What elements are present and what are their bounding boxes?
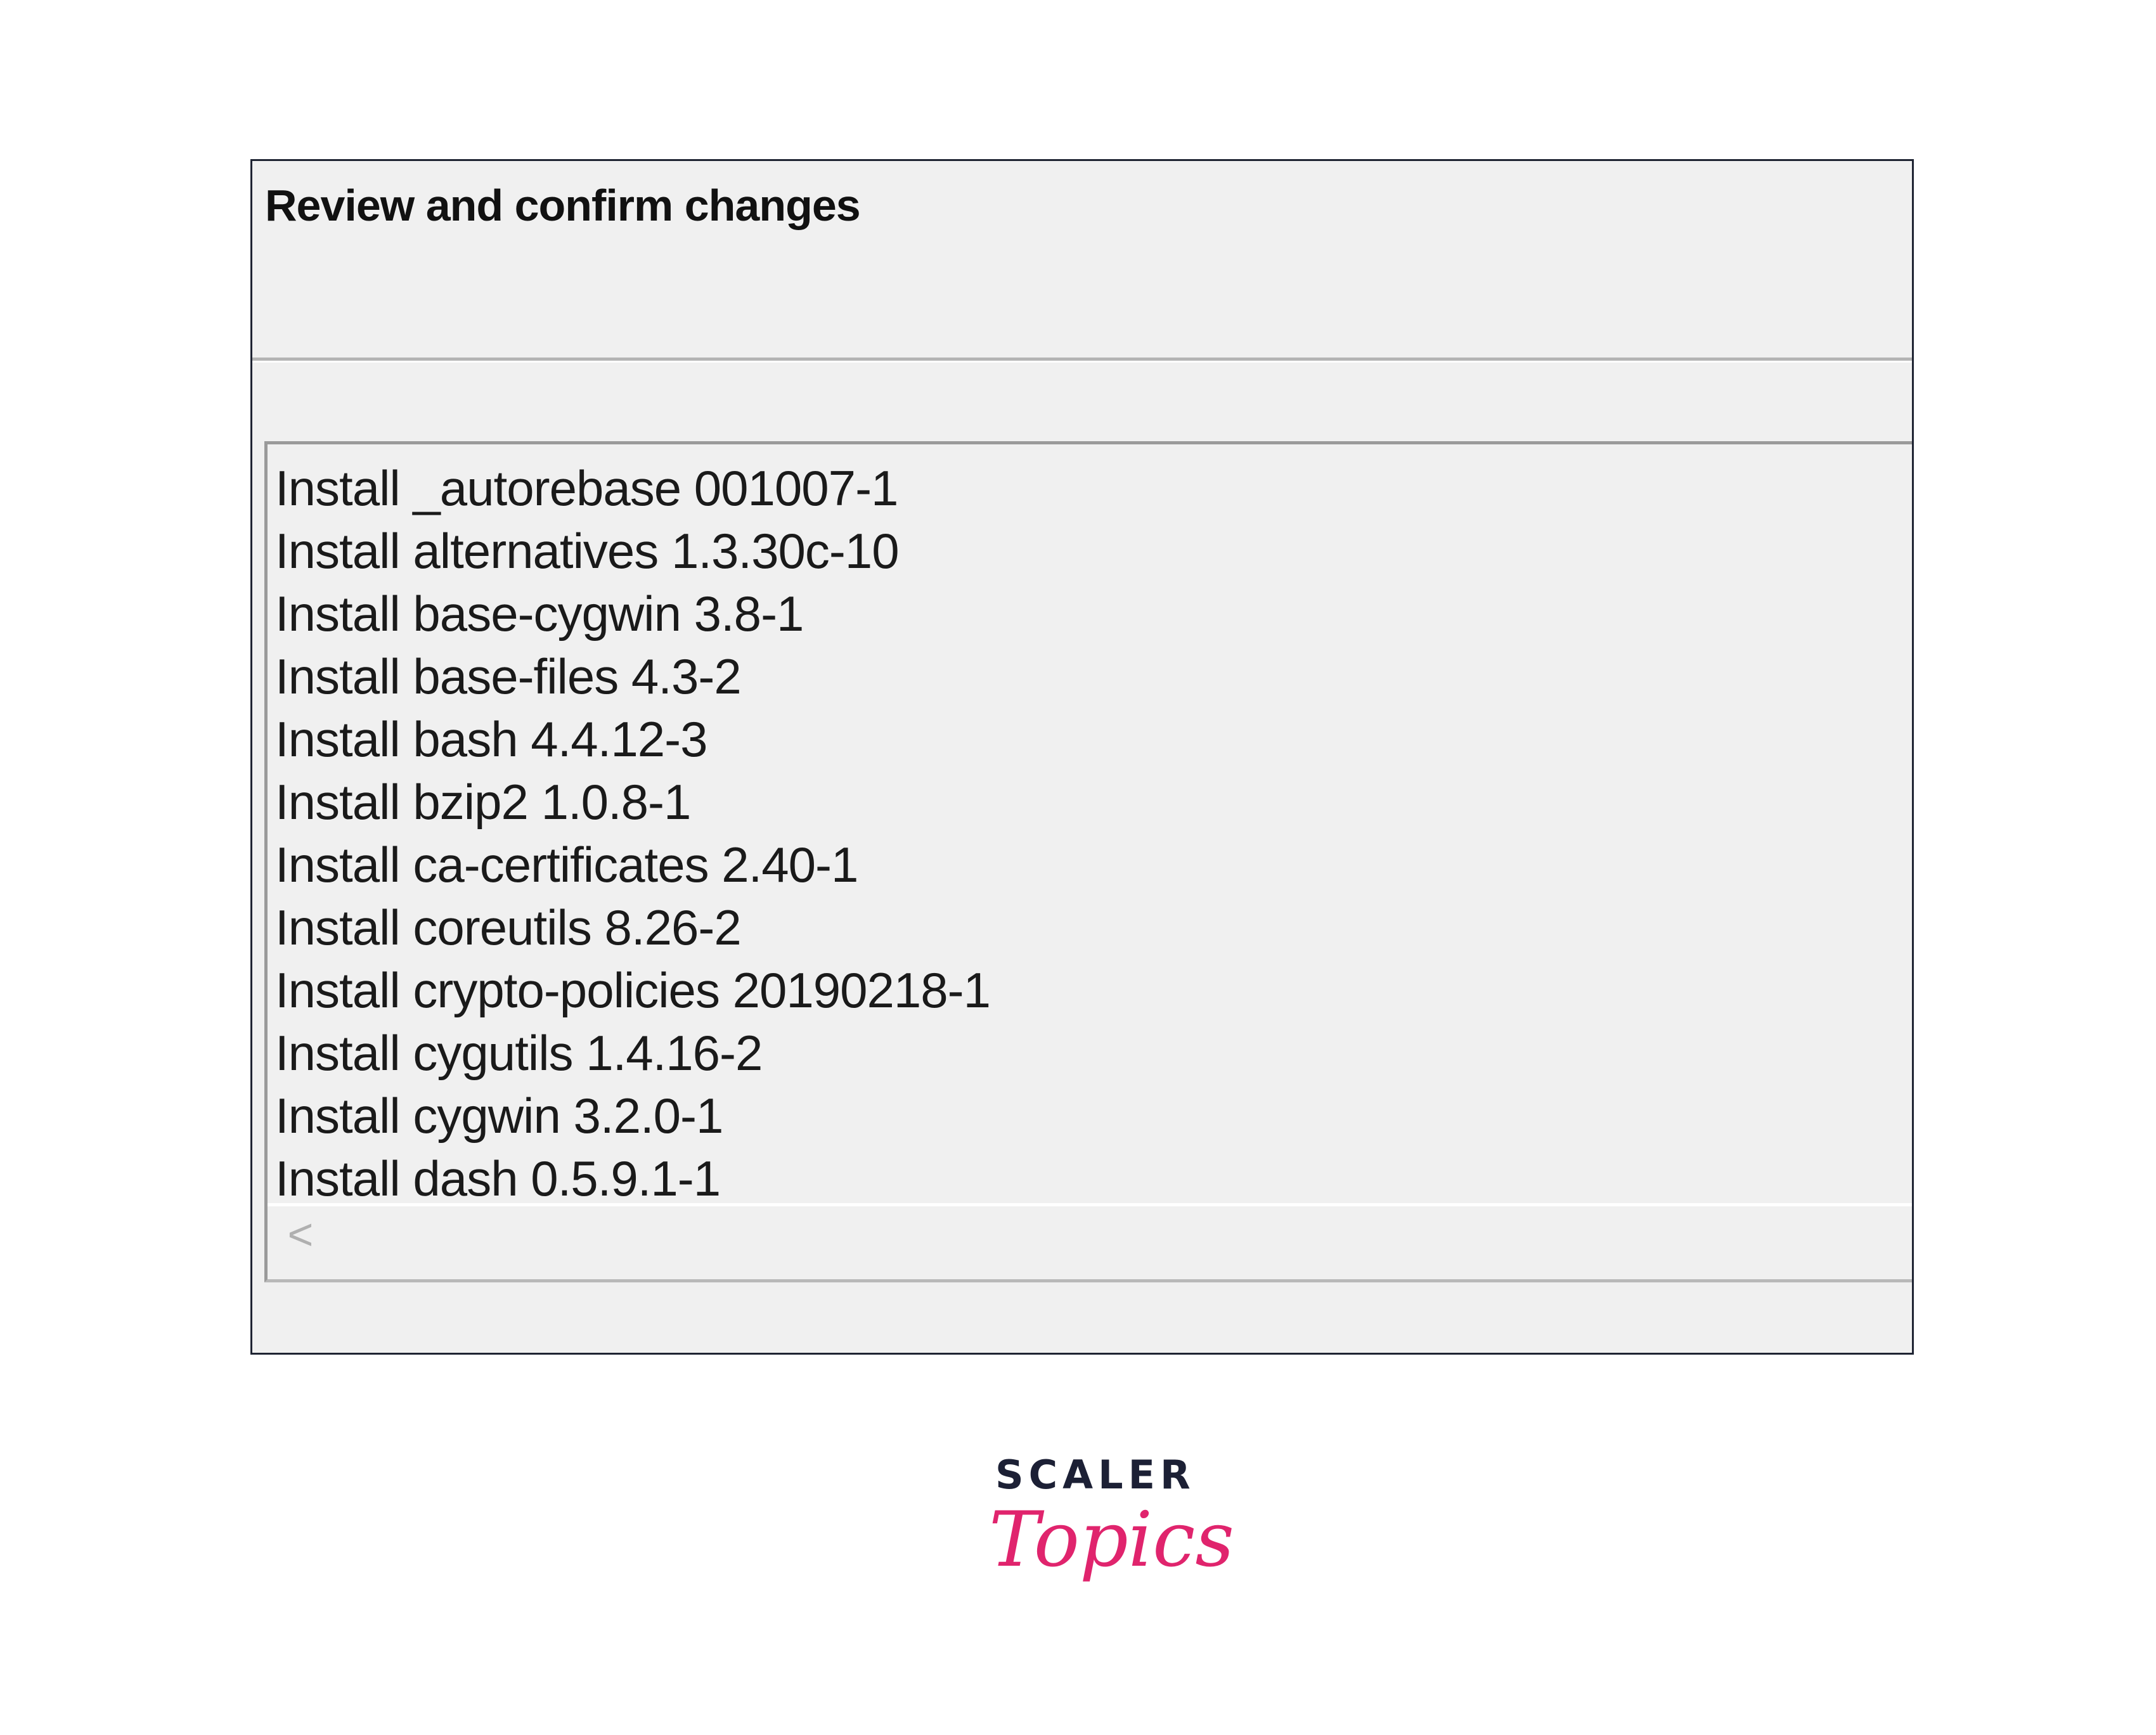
changes-list-panel[interactable]: Install _autorebase 001007-1 Install alt… <box>264 441 1912 1282</box>
list-item[interactable]: Install coreutils 8.26-2 <box>275 896 1912 959</box>
list-item[interactable]: Install bzip2 1.0.8-1 <box>275 771 1912 834</box>
logo-scaler-text: SCALER <box>995 1452 1196 1498</box>
header-separator <box>252 358 1912 363</box>
list-item[interactable]: Install dash 0.5.9.1-1 <box>275 1147 1912 1210</box>
chevron-left-icon[interactable]: < <box>281 1212 320 1256</box>
scaler-topics-logo: SCALER Topics <box>989 1452 1234 1623</box>
list-item[interactable]: Install ca-certificates 2.40-1 <box>275 834 1912 896</box>
review-changes-dialog: Review and confirm changes Install _auto… <box>250 159 1914 1355</box>
horizontal-scrollbar[interactable]: < <box>268 1203 1912 1276</box>
logo-topics-text: Topics <box>989 1496 1234 1584</box>
list-item[interactable]: Install bash 4.4.12-3 <box>275 708 1912 771</box>
changes-list[interactable]: Install _autorebase 001007-1 Install alt… <box>275 457 1912 1210</box>
list-item[interactable]: Install alternatives 1.3.30c-10 <box>275 520 1912 583</box>
list-item[interactable]: Install _autorebase 001007-1 <box>275 457 1912 520</box>
list-item[interactable]: Install crypto-policies 20190218-1 <box>275 959 1912 1022</box>
list-item[interactable]: Install base-cygwin 3.8-1 <box>275 583 1912 645</box>
list-item[interactable]: Install cygutils 1.4.16-2 <box>275 1022 1912 1085</box>
list-item[interactable]: Install base-files 4.3-2 <box>275 645 1912 708</box>
dialog-title: Review and confirm changes <box>265 181 861 230</box>
list-item[interactable]: Install cygwin 3.2.0-1 <box>275 1085 1912 1147</box>
